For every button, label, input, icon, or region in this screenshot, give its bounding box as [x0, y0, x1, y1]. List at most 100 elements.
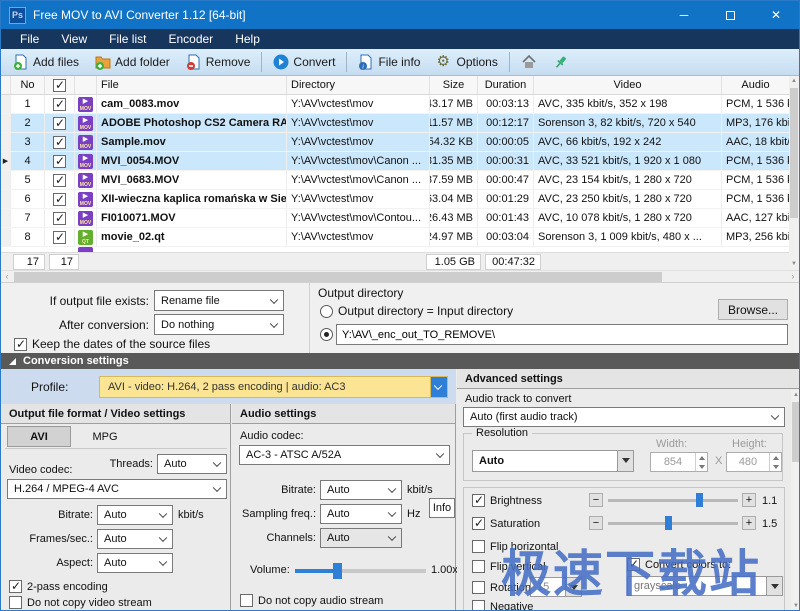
table-row[interactable]: 1▶MOVcam_0083.movY:\AV\vctest\mov43.17 M…	[1, 95, 789, 114]
saturation-slider-thumb[interactable]	[665, 516, 672, 530]
scroll-up-icon[interactable]: ▲	[789, 76, 799, 87]
table-row[interactable]: ▶4▶MOVMVI_0054.MOVY:\AV\vctest\mov\Canon…	[1, 152, 789, 171]
row-checkbox[interactable]	[53, 193, 66, 206]
header-size[interactable]: Size	[430, 76, 478, 94]
menu-view[interactable]: View	[50, 32, 98, 46]
cell-check[interactable]	[45, 190, 75, 208]
two-pass-checkbox-row[interactable]: 2-pass encoding	[9, 580, 108, 593]
tab-mpg[interactable]: MPG	[73, 426, 137, 447]
brightness-row[interactable]: Brightness	[472, 494, 542, 507]
spinner-arrows-icon[interactable]	[695, 453, 707, 471]
tab-avi[interactable]: AVI	[7, 426, 71, 447]
table-row[interactable]: 6▶MOVXII-wieczna kaplica romańska w Siew…	[1, 190, 789, 209]
custom-directory-radio-row[interactable]	[320, 328, 333, 341]
saturation-slider[interactable]	[608, 522, 738, 525]
output-path-input[interactable]	[336, 324, 788, 345]
conversion-settings-bar[interactable]: Conversion settings	[1, 353, 799, 369]
sampling-select[interactable]: Auto	[320, 504, 402, 524]
scrollbar-thumb[interactable]	[14, 272, 662, 282]
close-button[interactable]: ✕	[753, 1, 799, 29]
resolution-dropdown-button[interactable]	[617, 451, 633, 471]
remove-button[interactable]: Remove	[178, 51, 259, 74]
brightness-plus-button[interactable]: +	[742, 493, 756, 507]
height-spinner[interactable]: 480	[726, 452, 782, 472]
add-folder-button[interactable]: Add folder	[87, 51, 178, 74]
fps-select[interactable]: Auto	[97, 529, 173, 549]
cell-check[interactable]	[45, 114, 75, 132]
table-row[interactable]: 8▶QTmovie_02.qtY:\AV\vctest\mov24.97 MB0…	[1, 228, 789, 247]
two-pass-checkbox[interactable]	[9, 580, 22, 593]
flip-horizontal-checkbox[interactable]	[472, 540, 485, 553]
row-checkbox[interactable]	[53, 174, 66, 187]
scrollbar-thumb[interactable]	[792, 402, 800, 462]
info-button[interactable]: Info	[429, 498, 455, 518]
menu-help[interactable]: Help	[224, 32, 271, 46]
cell-check[interactable]	[45, 228, 75, 246]
add-files-button[interactable]: Add files	[5, 51, 87, 74]
table-row[interactable]: 3▶MOVSample.movY:\AV\vctest\mov54.32 KB0…	[1, 133, 789, 152]
cell-check[interactable]	[45, 171, 75, 189]
profile-dropdown-button[interactable]	[430, 377, 447, 397]
convert-button[interactable]: Convert	[265, 51, 343, 74]
maximize-button[interactable]	[707, 1, 753, 29]
video-codec-select[interactable]: H.264 / MPEG-4 AVC	[7, 479, 227, 499]
header-audio[interactable]: Audio	[722, 76, 789, 94]
menu-encoder[interactable]: Encoder	[157, 32, 224, 46]
cell-check[interactable]	[45, 95, 75, 113]
saturation-minus-button[interactable]: −	[589, 516, 603, 530]
channels-select[interactable]: Auto	[320, 528, 402, 548]
advanced-vertical-scrollbar[interactable]: ▲ ▼	[791, 390, 800, 611]
select-all-checkbox[interactable]	[53, 79, 66, 92]
table-row[interactable]: 7▶MOVFI010071.MOVY:\AV\vctest\mov\Contou…	[1, 209, 789, 228]
options-button[interactable]: ⚙ Options	[428, 51, 505, 74]
after-conversion-select[interactable]: Do nothing	[154, 314, 284, 335]
audio-track-select[interactable]: Auto (first audio track)	[463, 407, 785, 427]
header-directory[interactable]: Directory	[287, 76, 430, 94]
row-checkbox[interactable]	[53, 136, 66, 149]
browse-button[interactable]: Browse...	[718, 299, 788, 320]
minimize-button[interactable]: ─	[661, 1, 707, 29]
saturation-plus-button[interactable]: +	[742, 516, 756, 530]
scrollbar-thumb[interactable]	[790, 88, 798, 218]
resolution-select[interactable]: Auto	[472, 450, 634, 472]
pin-button[interactable]	[545, 51, 577, 74]
brightness-slider[interactable]	[608, 499, 738, 502]
threads-select[interactable]: Auto	[157, 454, 227, 474]
table-row[interactable]: 2▶MOVADOBE Photoshop CS2 Camera RAW Tut.…	[1, 114, 789, 133]
same-directory-radio[interactable]	[320, 305, 333, 318]
same-directory-radio-row[interactable]: Output directory = Input directory	[320, 304, 513, 318]
audio-bitrate-select[interactable]: Auto	[320, 480, 402, 500]
table-vertical-scrollbar[interactable]: ▲ ▼	[789, 76, 799, 270]
row-checkbox[interactable]	[53, 98, 66, 111]
header-select-all[interactable]	[45, 76, 75, 94]
header-duration[interactable]: Duration	[478, 76, 534, 94]
rotation-checkbox[interactable]	[472, 581, 485, 594]
keep-dates-checkbox[interactable]	[14, 338, 27, 351]
spinner-arrows-icon[interactable]	[769, 453, 781, 471]
row-checkbox[interactable]	[53, 117, 66, 130]
audio-codec-select[interactable]: AC-3 - ATSC A/52A	[239, 445, 450, 465]
menu-file-list[interactable]: File list	[98, 32, 157, 46]
if-exists-select[interactable]: Rename file	[154, 290, 284, 311]
header-file[interactable]: File	[97, 76, 287, 94]
brightness-minus-button[interactable]: −	[589, 493, 603, 507]
header-video[interactable]: Video	[534, 76, 722, 94]
no-copy-audio-checkbox[interactable]	[240, 594, 253, 607]
menu-file[interactable]: File	[9, 32, 50, 46]
custom-directory-radio[interactable]	[320, 328, 333, 341]
scroll-down-icon[interactable]: ▼	[791, 601, 800, 611]
profile-select[interactable]: AVI - video: H.264, 2 pass encoding | au…	[99, 376, 448, 398]
aspect-select[interactable]: Auto	[97, 553, 173, 573]
negative-checkbox[interactable]	[472, 600, 485, 611]
cell-check[interactable]	[45, 152, 75, 170]
video-bitrate-select[interactable]: Auto	[97, 505, 173, 525]
saturation-row[interactable]: Saturation	[472, 517, 540, 530]
saturation-checkbox[interactable]	[472, 517, 485, 530]
row-checkbox[interactable]	[53, 231, 66, 244]
no-copy-video-checkbox-row[interactable]: Do not copy video stream	[9, 596, 152, 609]
file-info-button[interactable]: i File info	[350, 51, 428, 74]
table-horizontal-scrollbar[interactable]: ‹ ›	[1, 270, 799, 282]
brightness-checkbox[interactable]	[472, 494, 485, 507]
row-checkbox[interactable]	[53, 212, 66, 225]
no-copy-audio-checkbox-row[interactable]: Do not copy audio stream	[240, 594, 383, 607]
